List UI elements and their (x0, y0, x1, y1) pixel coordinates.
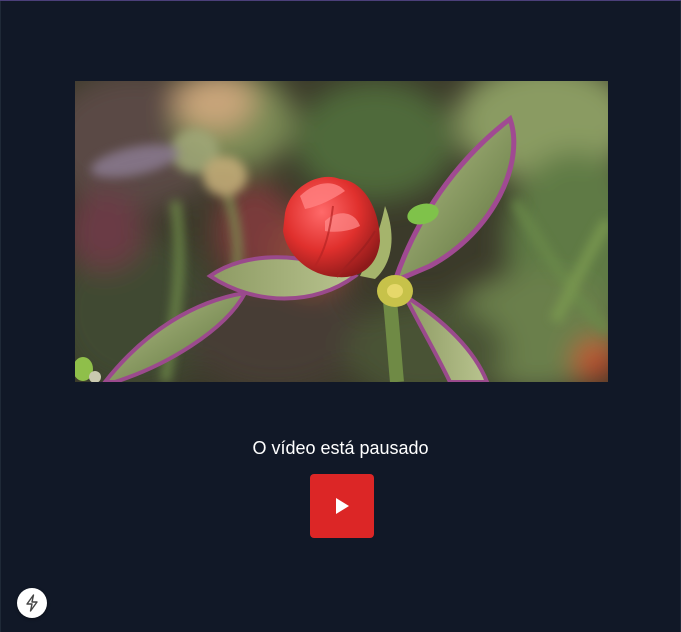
lightning-icon (26, 594, 38, 612)
play-icon (336, 498, 349, 514)
play-button[interactable] (310, 474, 374, 538)
video-thumbnail[interactable] (75, 81, 608, 382)
flower-bud-image (75, 81, 608, 382)
video-status-text: O vídeo está pausado (252, 438, 429, 458)
corner-badge[interactable] (17, 588, 47, 618)
